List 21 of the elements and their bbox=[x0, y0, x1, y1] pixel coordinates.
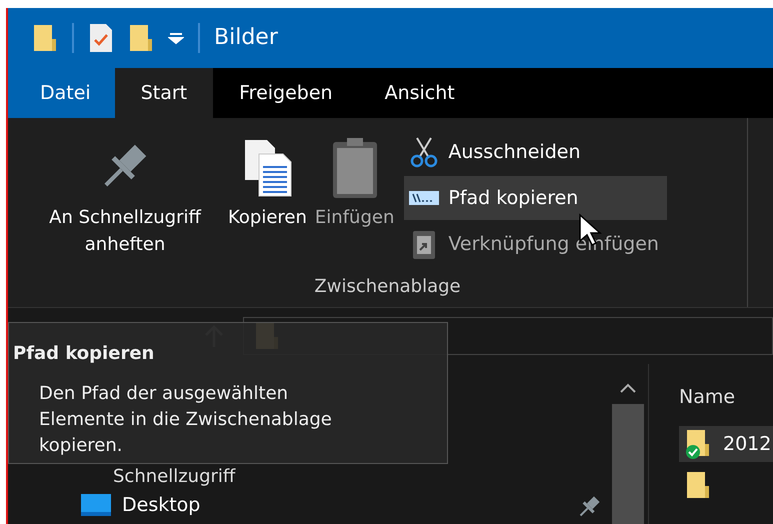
tooltip-title: Pfad kopieren bbox=[13, 343, 154, 364]
file-tab[interactable]: Datei bbox=[8, 68, 115, 118]
ribbon-button[interactable]: An Schnellzugriff anheften bbox=[28, 130, 222, 266]
tooltip-text: Den Pfad der ausgewählten Elemente in die Zwischenablage kopieren. bbox=[39, 382, 333, 458]
nav-item[interactable]: Desktop bbox=[122, 494, 200, 516]
folder-icon[interactable] bbox=[128, 22, 154, 53]
desktop-icon bbox=[80, 492, 112, 518]
nav-item[interactable]: Schnellzugriff bbox=[113, 466, 236, 487]
window-title: Bilder bbox=[214, 25, 278, 50]
file-row[interactable]: 2012 bbox=[679, 426, 773, 462]
ribbon-button[interactable]: Pfad kopieren bbox=[404, 176, 667, 220]
scrollbar-thumb[interactable] bbox=[612, 404, 644, 524]
column-header[interactable]: Name bbox=[679, 386, 773, 426]
ribbon-tab[interactable]: Start bbox=[114, 68, 214, 118]
folder-icon[interactable] bbox=[32, 22, 58, 53]
chevron-up-icon[interactable] bbox=[619, 382, 637, 394]
dropdown-icon[interactable] bbox=[168, 30, 184, 45]
checklist-icon[interactable] bbox=[88, 22, 114, 54]
group-label: Zwischenablage bbox=[314, 276, 461, 300]
ribbon-button[interactable]: Kopieren bbox=[226, 130, 309, 266]
ribbon-button[interactable]: Ausschneiden bbox=[404, 130, 667, 174]
